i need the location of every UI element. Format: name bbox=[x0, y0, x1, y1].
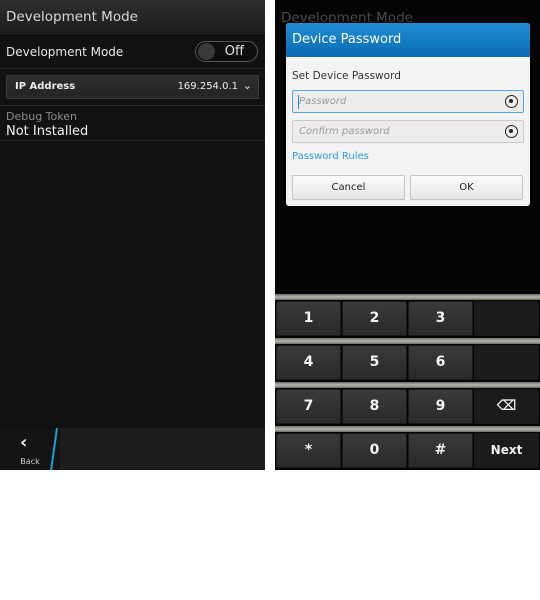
ip-label: IP Address bbox=[15, 81, 76, 92]
password-input[interactable]: Password bbox=[292, 90, 524, 113]
dialog-subtitle: Set Device Password bbox=[292, 70, 401, 82]
chevron-left-icon: ‹ bbox=[20, 432, 28, 453]
key-next[interactable]: Next bbox=[474, 433, 539, 468]
key-8[interactable]: 8 bbox=[342, 389, 407, 424]
backspace-icon[interactable]: ⌫ bbox=[474, 389, 539, 424]
key-hash[interactable]: # bbox=[408, 433, 473, 468]
key-9[interactable]: 9 bbox=[408, 389, 473, 424]
device-password-dialog: Device Password Set Device Password Pass… bbox=[286, 23, 530, 206]
password-dialog-screen: Development Mode Device Password Set Dev… bbox=[275, 0, 540, 470]
dev-mode-row: Development Mode Off bbox=[0, 36, 265, 69]
password-placeholder: Password bbox=[299, 96, 347, 107]
keyboard-row: 7 8 9 ⌫ bbox=[275, 382, 540, 426]
password-rules-link[interactable]: Password Rules bbox=[292, 151, 369, 162]
key-7[interactable]: 7 bbox=[276, 389, 341, 424]
toggle-state: Off bbox=[224, 44, 244, 59]
ip-address-dropdown[interactable]: IP Address 169.254.0.1 ⌄ bbox=[6, 75, 259, 99]
show-confirm-eye-icon[interactable] bbox=[505, 125, 518, 138]
numeric-keyboard: 1 2 3 4 5 6 7 8 9 ⌫ * 0 # Next bbox=[275, 294, 540, 470]
debug-token-label: Debug Token bbox=[6, 110, 77, 123]
action-bar: ‹ Back bbox=[0, 428, 265, 470]
key-6[interactable]: 6 bbox=[408, 345, 473, 380]
ip-row: IP Address 169.254.0.1 ⌄ bbox=[0, 69, 265, 106]
key-1[interactable]: 1 bbox=[276, 301, 341, 336]
keyboard-row: * 0 # Next bbox=[275, 426, 540, 470]
key-2[interactable]: 2 bbox=[342, 301, 407, 336]
key-5[interactable]: 5 bbox=[342, 345, 407, 380]
key-blank bbox=[474, 301, 539, 336]
cancel-button[interactable]: Cancel bbox=[292, 175, 405, 200]
dev-mode-toggle[interactable]: Off bbox=[195, 41, 258, 62]
dev-mode-label: Development Mode bbox=[6, 45, 124, 59]
key-4[interactable]: 4 bbox=[276, 345, 341, 380]
keyboard-row: 123 bbox=[275, 294, 540, 338]
development-mode-screen: Development Mode Development Mode Off IP… bbox=[0, 0, 265, 470]
key-0[interactable]: 0 bbox=[342, 433, 407, 468]
debug-token-row: Debug Token Not Installed bbox=[0, 106, 265, 141]
debug-token-value: Not Installed bbox=[6, 124, 89, 139]
ip-value: 169.254.0.1 bbox=[177, 81, 238, 92]
keyboard-row: 456 bbox=[275, 338, 540, 382]
page-title: Development Mode bbox=[0, 0, 265, 36]
toggle-knob bbox=[198, 43, 215, 60]
key-3[interactable]: 3 bbox=[408, 301, 473, 336]
confirm-password-input[interactable]: Confirm password bbox=[292, 120, 524, 143]
key-star[interactable]: * bbox=[276, 433, 341, 468]
chevron-down-icon: ⌄ bbox=[242, 79, 252, 92]
ok-button[interactable]: OK bbox=[410, 175, 523, 200]
confirm-placeholder: Confirm password bbox=[299, 126, 390, 137]
key-blank bbox=[474, 345, 539, 380]
dialog-title: Device Password bbox=[286, 23, 530, 57]
show-password-eye-icon[interactable] bbox=[505, 95, 518, 108]
